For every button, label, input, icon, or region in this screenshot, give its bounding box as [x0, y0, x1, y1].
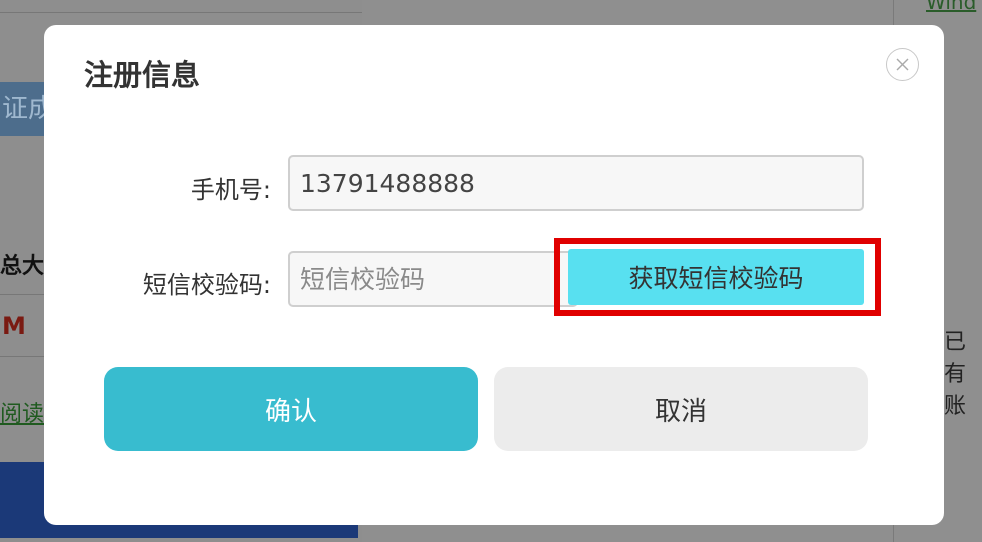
background-right-link: Wind	[926, 0, 977, 14]
background-read-link: 阅读	[0, 402, 45, 427]
close-icon	[896, 58, 909, 71]
background-right-text: 已有账	[944, 330, 967, 419]
close-button[interactable]	[886, 48, 919, 81]
phone-input[interactable]	[288, 155, 864, 211]
cancel-button[interactable]: 取消	[494, 367, 868, 451]
dialog-title: 注册信息	[84, 58, 201, 92]
background-divider	[0, 12, 362, 13]
confirm-button[interactable]: 确认	[104, 367, 478, 451]
phone-label: 手机号:	[190, 176, 271, 204]
background-size-value: M	[2, 312, 26, 340]
sms-code-input[interactable]	[288, 251, 578, 307]
get-code-highlight: 获取短信校验码	[554, 238, 881, 316]
register-dialog: 注册信息 手机号: 短信校验码: 获取短信校验码 确认 取消	[44, 25, 944, 525]
get-sms-code-button[interactable]: 获取短信校验码	[568, 249, 864, 305]
sms-code-label: 短信校验码:	[142, 271, 271, 299]
